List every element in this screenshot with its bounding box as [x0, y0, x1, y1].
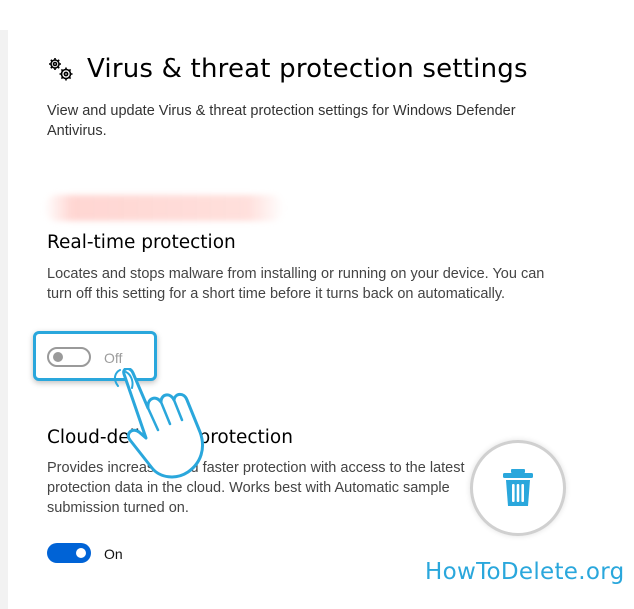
pointing-hand-icon — [113, 368, 204, 479]
page-header: Virus & threat protection settings — [47, 54, 528, 84]
toggle-knob — [76, 548, 86, 558]
toggle-knob — [53, 352, 63, 362]
gears-icon — [49, 58, 73, 81]
realtime-protection-description: Locates and stops malware from installin… — [47, 266, 545, 302]
trash-icon — [503, 469, 533, 506]
page-title: Virus & threat protection settings — [87, 54, 528, 84]
cloud-protection-toggle[interactable] — [47, 543, 91, 563]
realtime-protection-toggle[interactable] — [47, 347, 91, 367]
page-description: View and update Virus & threat protectio… — [47, 103, 516, 139]
window-left-edge — [0, 30, 8, 609]
realtime-protection-title: Real-time protection — [47, 232, 236, 253]
brand-watermark: HowToDelete.org — [425, 559, 625, 585]
delete-badge — [470, 440, 566, 536]
blurred-notice — [44, 195, 284, 221]
cloud-toggle-state: On — [104, 546, 123, 562]
realtime-toggle-state: Off — [104, 350, 123, 366]
